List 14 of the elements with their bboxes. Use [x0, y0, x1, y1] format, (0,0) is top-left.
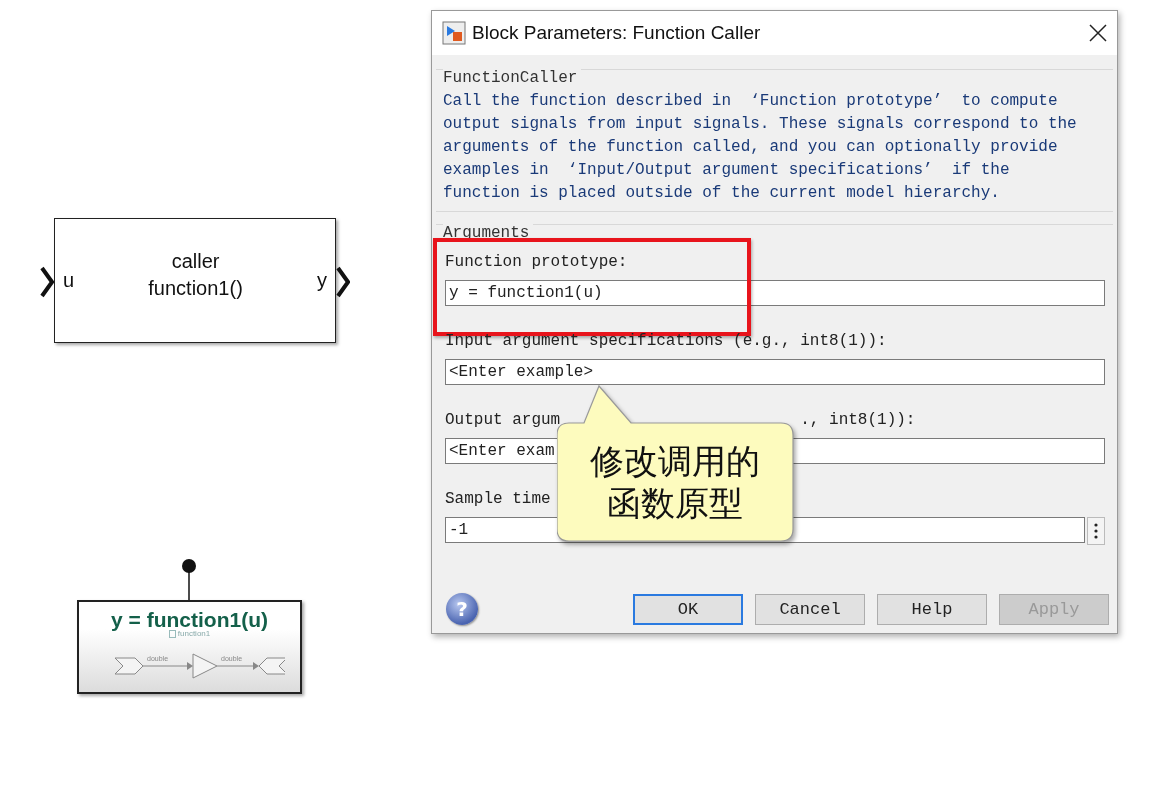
- block-description: Call the function described in ‘Function prototype’ to compute output signals from input signals. These signals correspond to the arguments of the function called, and you can optionally provide examples in ‘Input/Output argument specifications’ if the function is placed outside of the current model hierarchy.: [443, 91, 1078, 204]
- tooltip-text: 修改调用的函数原型: [589, 440, 761, 524]
- port-label: y: [317, 269, 327, 292]
- port-label: u: [63, 269, 75, 292]
- field-label: Input argument specifications (e.g., int8(1)):: [445, 332, 887, 350]
- field-label: Function prototype:: [445, 253, 628, 271]
- subsystem-label: function1: [177, 629, 211, 638]
- window-title: Block Parameters: Function Caller: [472, 22, 762, 44]
- block-title: caller: [171, 249, 220, 273]
- block-function-call: function1(): [148, 276, 243, 300]
- field-label: Output argum: [445, 411, 561, 429]
- field-label: Sample time: [445, 490, 551, 508]
- block-title: y = function1(u): [111, 608, 268, 631]
- field-label: ., int8(1)):: [800, 411, 916, 429]
